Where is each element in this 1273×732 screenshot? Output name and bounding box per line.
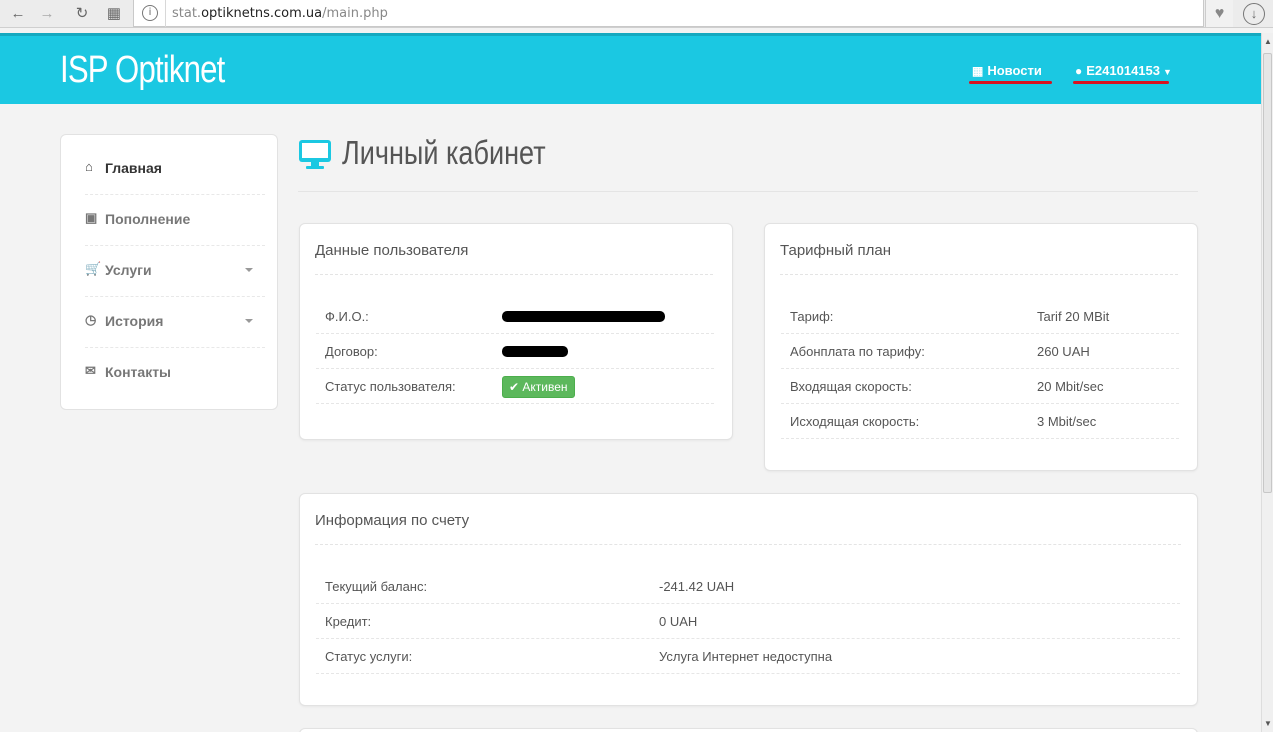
user-icon: ● — [1075, 64, 1083, 78]
brand-logo[interactable]: ISP Optiknet — [60, 49, 225, 92]
sidebar-item-label: Контакты — [105, 364, 172, 380]
user-menu-link[interactable]: ● E241014153 ▼ — [1075, 63, 1172, 78]
news-label: Новости — [987, 63, 1042, 78]
download-icon[interactable]: ↓ — [1243, 3, 1265, 25]
next-panel-partial — [299, 728, 1198, 732]
page-header: Личный кабинет — [298, 130, 1198, 192]
envelope-icon: ✉ — [85, 363, 96, 378]
sidebar-item-home[interactable]: ⌂ Главная — [85, 144, 265, 195]
heart-icon[interactable]: ♥ — [1205, 0, 1233, 27]
table-row: Тариф: Tarif 20 MBit — [781, 299, 1179, 334]
top-navbar: ISP Optiknet ▦ Новости ● E241014153 ▼ — [0, 33, 1261, 104]
back-arrow-icon[interactable]: ← — [8, 4, 28, 24]
row-key: Текущий баланс: — [325, 579, 428, 594]
sidebar-item-history[interactable]: ◷ История — [85, 297, 265, 348]
sidebar-item-topup[interactable]: ▣ Пополнение — [85, 195, 265, 246]
row-key: Исходящая скорость: — [790, 414, 920, 429]
user-label: E241014153 — [1086, 63, 1160, 78]
home-icon: ⌂ — [85, 159, 93, 174]
row-value: -241.42 UAH — [659, 579, 735, 594]
row-key: Ф.И.О.: — [325, 309, 369, 324]
redacted-contract — [502, 346, 568, 357]
money-icon: ▣ — [85, 210, 98, 225]
caret-down-icon: ▼ — [1163, 67, 1172, 77]
reload-icon[interactable]: ↻ — [72, 4, 92, 24]
cart-icon: 🛒 — [85, 261, 102, 276]
tariff-plan-panel: Тарифный план Тариф: Tarif 20 MBit Абонп… — [764, 223, 1198, 471]
panel-divider — [315, 274, 713, 275]
calendar-icon: ▦ — [972, 64, 984, 78]
sidebar-item-contacts[interactable]: ✉ Контакты — [85, 348, 265, 399]
row-value: 20 Mbit/sec — [1037, 379, 1104, 394]
forward-arrow-icon[interactable]: → — [37, 4, 57, 24]
address-separator — [165, 0, 166, 27]
red-underline-user — [1073, 81, 1169, 84]
clock-icon: ◷ — [85, 312, 97, 327]
table-row: Договор: — [316, 334, 714, 369]
sidebar-item-services[interactable]: 🛒 Услуги — [85, 246, 265, 297]
status-badge: ✔ Активен — [502, 376, 575, 398]
row-key: Статус пользователя: — [325, 379, 456, 394]
row-value: Услуга Интернет недоступна — [659, 649, 833, 664]
table-row: Входящая скорость: 20 Mbit/sec — [781, 369, 1179, 404]
scroll-thumb[interactable] — [1263, 53, 1272, 493]
row-key: Входящая скорость: — [790, 379, 912, 394]
browser-toolbar: ← → ↻ ▦ i stat.optiknetns.com.ua/main.ph… — [0, 0, 1273, 28]
account-info-panel: Информация по счету Текущий баланс: -241… — [299, 493, 1198, 706]
panel-divider — [315, 544, 1181, 545]
news-link[interactable]: ▦ Новости — [972, 63, 1042, 78]
row-key: Статус услуги: — [325, 649, 413, 664]
table-row: Ф.И.О.: — [316, 299, 714, 334]
sidebar-item-label: Главная — [105, 160, 162, 176]
row-value: 3 Mbit/sec — [1037, 414, 1097, 429]
desktop-monitor-icon — [299, 140, 331, 169]
check-icon: ✔ — [509, 380, 520, 394]
row-key: Тариф: — [790, 309, 834, 324]
user-data-panel: Данные пользователя Ф.И.О.: Договор: Ста… — [299, 223, 733, 440]
row-key: Договор: — [325, 344, 378, 359]
table-row: Абонплата по тарифу: 260 UAH — [781, 334, 1179, 369]
page-scrollbar[interactable]: ▲ ▼ — [1261, 33, 1273, 732]
panel-title: Информация по счету — [315, 512, 470, 529]
table-row: Исходящая скорость: 3 Mbit/sec — [781, 404, 1179, 439]
panel-title: Данные пользователя — [315, 242, 469, 259]
row-value: 260 UAH — [1037, 344, 1090, 359]
address-bar[interactable]: i stat.optiknetns.com.ua/main.php — [133, 0, 1204, 27]
sidebar-item-label: Услуги — [105, 262, 152, 278]
sidebar: ⌂ Главная ▣ Пополнение 🛒 Услуги ◷ Истори… — [60, 134, 278, 410]
page-title: Личный кабинет — [342, 134, 546, 171]
scroll-down-arrow-icon[interactable]: ▼ — [1264, 719, 1272, 728]
table-row: Текущий баланс: -241.42 UAH — [316, 569, 1180, 604]
scroll-up-arrow-icon[interactable]: ▲ — [1264, 37, 1272, 46]
table-row: Кредит: 0 UAH — [316, 604, 1180, 639]
address-url[interactable]: stat.optiknetns.com.ua/main.php — [172, 6, 388, 21]
table-row: Статус пользователя: ✔ Активен — [316, 369, 714, 404]
row-value: Tarif 20 MBit — [1037, 309, 1110, 324]
table-row: Статус услуги: Услуга Интернет недоступн… — [316, 639, 1180, 674]
badge-label: Активен — [522, 380, 568, 394]
row-key: Кредит: — [325, 614, 372, 629]
redacted-name — [502, 311, 665, 322]
panel-title: Тарифный план — [780, 242, 892, 259]
sidebar-item-label: История — [105, 313, 164, 329]
caret-down-icon — [245, 319, 253, 323]
caret-down-icon — [245, 268, 253, 272]
row-key: Абонплата по тарифу: — [790, 344, 925, 359]
panel-divider — [780, 274, 1178, 275]
red-underline-news — [969, 81, 1052, 84]
row-value: 0 UAH — [659, 614, 698, 629]
site-info-icon[interactable]: i — [142, 5, 158, 21]
apps-grid-icon[interactable]: ▦ — [104, 4, 124, 24]
sidebar-item-label: Пополнение — [105, 211, 191, 227]
